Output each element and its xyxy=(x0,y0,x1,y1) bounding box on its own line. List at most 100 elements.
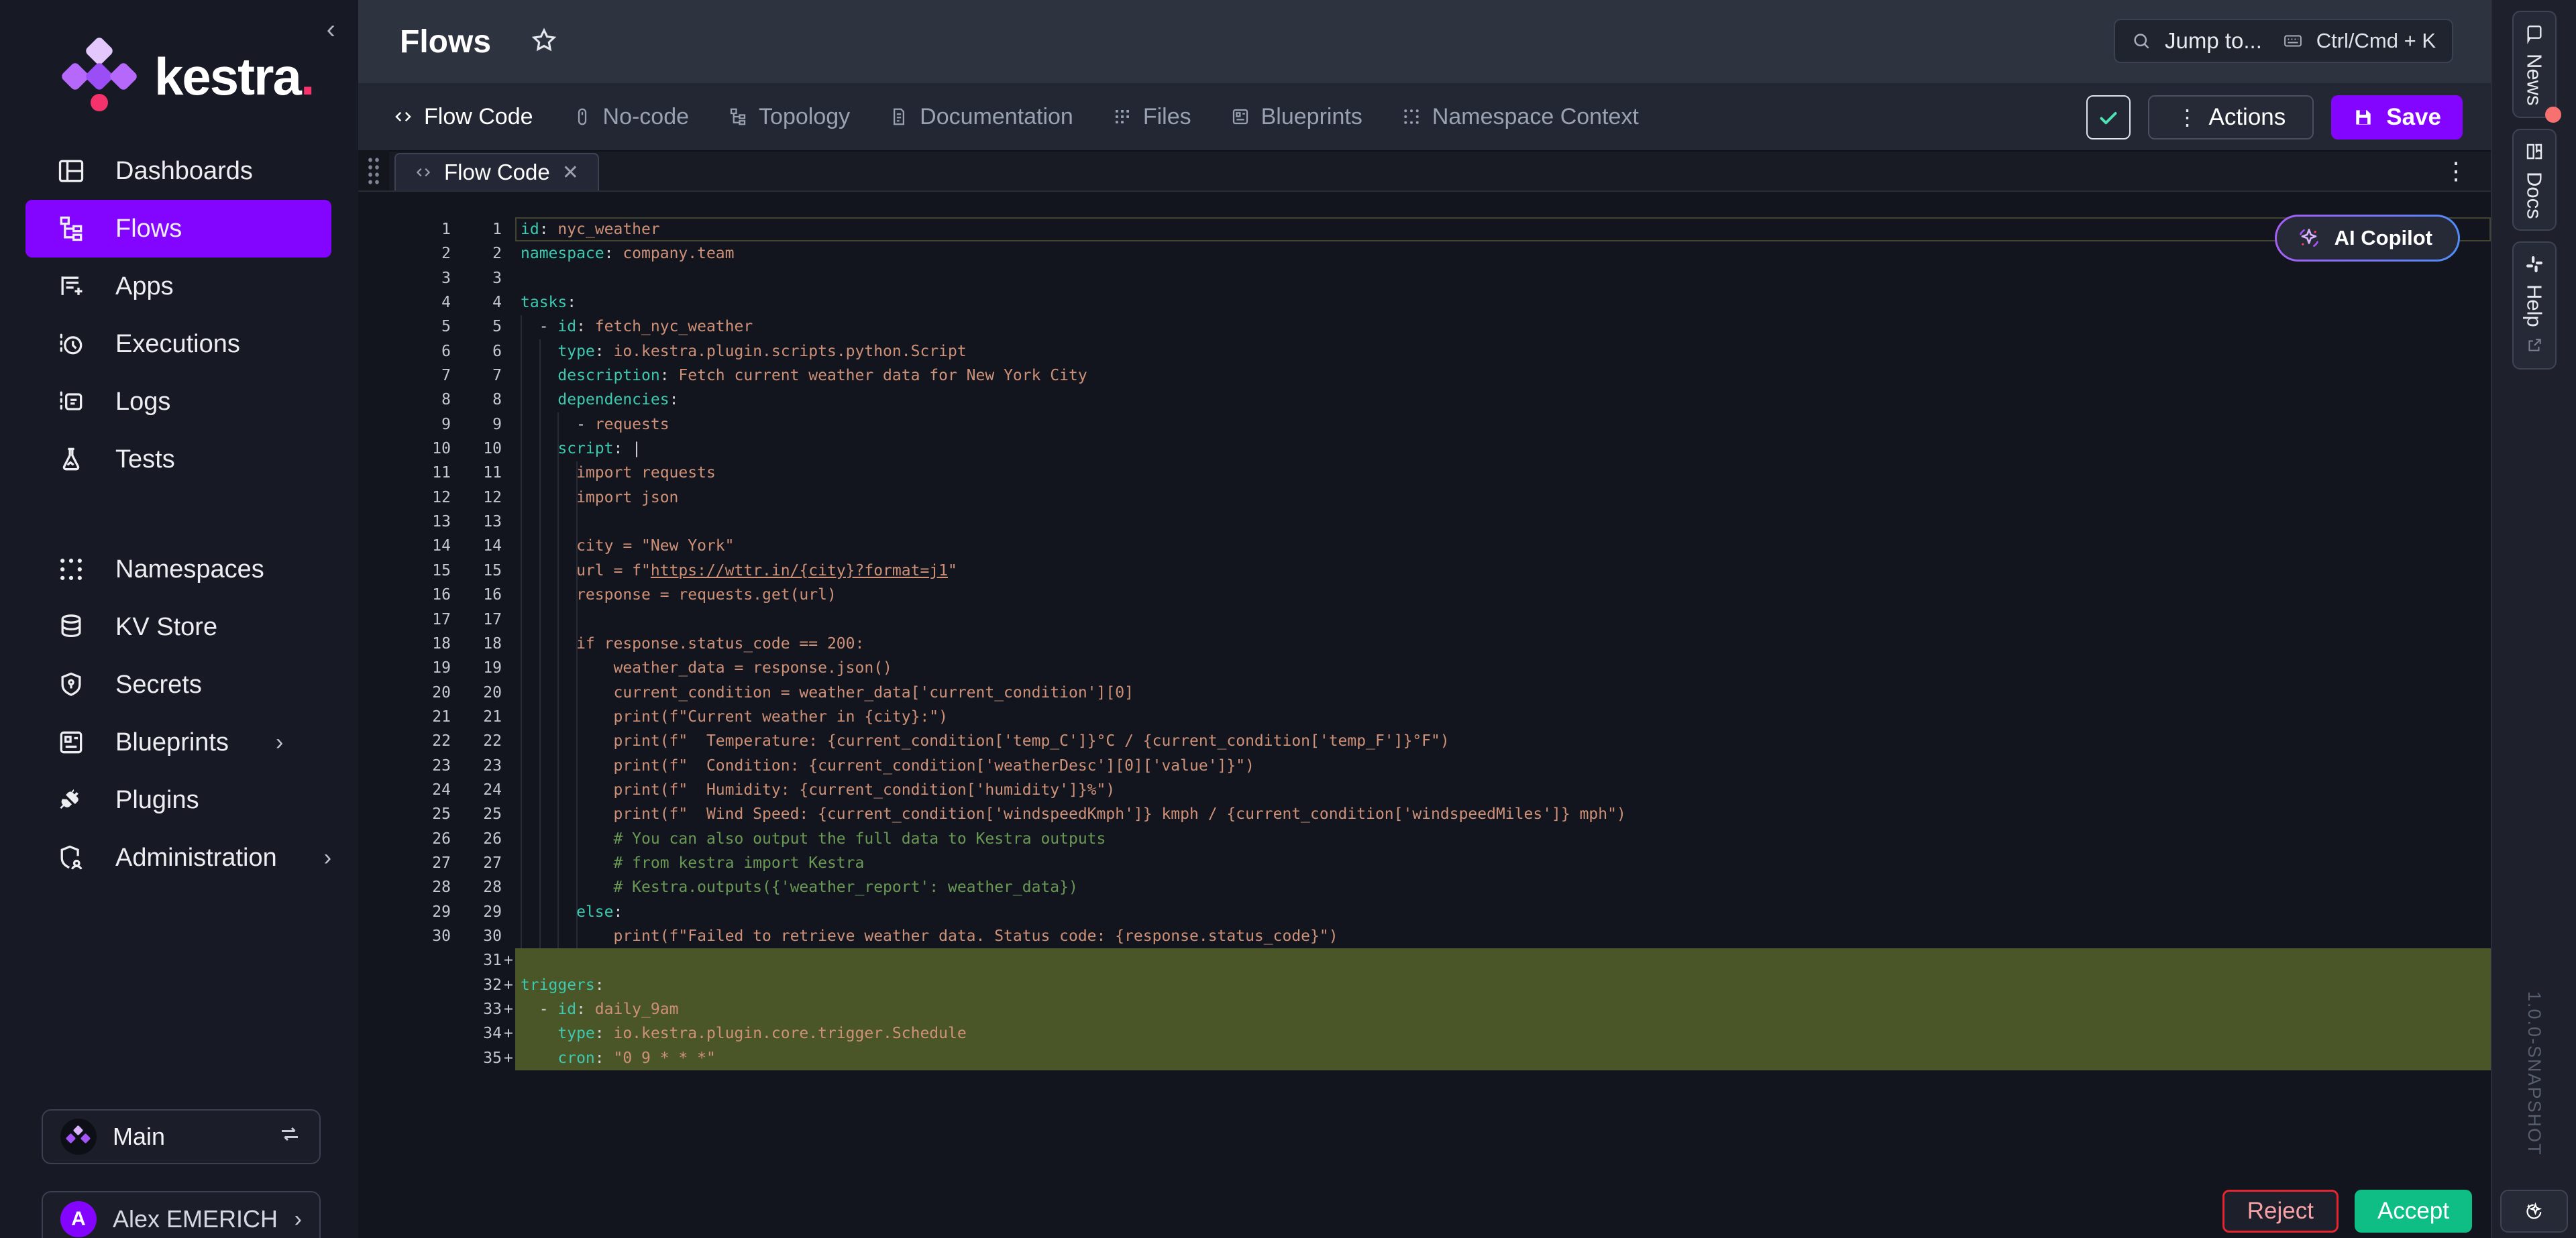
reject-button[interactable]: Reject xyxy=(2222,1190,2339,1233)
code-line[interactable]: 1212 import json xyxy=(358,486,2491,510)
sidebar-item-kv-store[interactable]: KV Store xyxy=(25,598,331,656)
code-line[interactable]: 1313 xyxy=(358,510,2491,534)
tab-flow-code[interactable]: Flow Code xyxy=(393,104,533,130)
blueprints-icon xyxy=(1230,107,1250,127)
executions-icon xyxy=(56,329,86,359)
rail-tab-docs[interactable]: Docs xyxy=(2512,129,2557,231)
code-line[interactable]: 2828 # Kestra.outputs({'weather_report':… xyxy=(358,875,2491,899)
sidebar-item-plugins[interactable]: Plugins xyxy=(25,771,331,829)
actions-button[interactable]: ⋮ Actions xyxy=(2148,95,2314,139)
code-line[interactable]: 2323 print(f" Condition: {current_condit… xyxy=(358,754,2491,778)
sidebar-item-logs[interactable]: Logs xyxy=(25,373,331,431)
sidebar-item-tests[interactable]: Tests xyxy=(25,431,331,488)
sidebar-item-blueprints[interactable]: Blueprints › xyxy=(25,714,331,771)
code-line[interactable]: 1919 weather_data = response.json() xyxy=(358,656,2491,680)
code-line[interactable]: 34+ type: io.kestra.plugin.core.trigger.… xyxy=(358,1021,2491,1046)
code-line[interactable]: 2626 # You can also output the full data… xyxy=(358,827,2491,851)
code-line[interactable]: 2222 print(f" Temperature: {current_cond… xyxy=(358,729,2491,753)
rail-tab-help[interactable]: Help xyxy=(2512,241,2557,370)
topology-icon xyxy=(728,107,748,127)
search-shortcut: Ctrl/Cmd + K xyxy=(2316,29,2436,53)
code-line[interactable]: 2929 else: xyxy=(358,900,2491,924)
code-line[interactable]: 2727 # from kestra import Kestra xyxy=(358,851,2491,875)
apps-icon xyxy=(56,272,86,301)
tab-documentation[interactable]: Documentation xyxy=(889,104,1073,130)
code-line[interactable]: 35+ cron: "0 9 * * *" xyxy=(358,1046,2491,1070)
rail-tab-news[interactable]: News xyxy=(2512,11,2557,118)
favorite-star-icon[interactable] xyxy=(530,26,558,58)
code-line[interactable]: 1616 response = requests.get(url) xyxy=(358,583,2491,607)
code-line[interactable]: 31+ xyxy=(358,948,2491,972)
tab-topology[interactable]: Topology xyxy=(728,104,850,130)
tab-namespace-context[interactable]: Namespace Context xyxy=(1401,104,1639,130)
close-tab-icon[interactable]: ✕ xyxy=(562,161,579,184)
document-icon xyxy=(889,107,909,127)
code-line[interactable]: 1515 url = f"https://wttr.in/{city}?form… xyxy=(358,559,2491,583)
code-lines: 11id: nyc_weather22namespace: company.te… xyxy=(358,217,2491,1070)
code-line[interactable]: 22namespace: company.team xyxy=(358,241,2491,266)
tab-strip-more-icon[interactable]: ⋮ xyxy=(2444,157,2468,185)
chevron-right-icon: › xyxy=(294,1206,302,1233)
tab-blueprints[interactable]: Blueprints xyxy=(1230,104,1362,130)
sidebar-item-label: Executions xyxy=(115,330,240,359)
tab-no-code[interactable]: No-code xyxy=(572,104,690,130)
sidebar-item-administration[interactable]: Administration › xyxy=(25,829,331,887)
code-line[interactable]: 66 type: io.kestra.plugin.scripts.python… xyxy=(358,339,2491,363)
code-icon xyxy=(393,107,413,127)
logs-icon xyxy=(56,387,86,416)
user-menu[interactable]: A Alex EMERICH › xyxy=(42,1191,321,1238)
sidebar-item-executions[interactable]: Executions xyxy=(25,315,331,373)
code-line[interactable]: 44tasks: xyxy=(358,290,2491,315)
drag-handle[interactable] xyxy=(358,150,389,190)
code-editor[interactable]: 11id: nyc_weather22namespace: company.te… xyxy=(358,193,2491,1238)
sidebar-item-apps[interactable]: Apps xyxy=(25,258,331,315)
sidebar-collapse-icon[interactable]: ‹ xyxy=(327,15,335,45)
code-line[interactable]: 88 dependencies: xyxy=(358,388,2491,412)
code-line[interactable]: 1414 city = "New York" xyxy=(358,534,2491,558)
code-line[interactable]: 55 - id: fetch_nyc_weather xyxy=(358,315,2491,339)
code-line[interactable]: 33 xyxy=(358,266,2491,290)
administration-icon xyxy=(56,843,86,873)
code-line[interactable]: 99 - requests xyxy=(358,412,2491,437)
whats-new-button[interactable] xyxy=(2500,1190,2568,1233)
tenant-selector[interactable]: Main xyxy=(42,1109,321,1164)
code-line[interactable]: 2020 current_condition = weather_data['c… xyxy=(358,681,2491,705)
editor-tab-flow-code[interactable]: Flow Code ✕ xyxy=(394,153,599,190)
ai-copilot-button[interactable]: AI Copilot xyxy=(2275,215,2460,262)
code-line[interactable]: 2525 print(f" Wind Speed: {current_condi… xyxy=(358,802,2491,826)
code-line[interactable]: 1717 xyxy=(358,608,2491,632)
code-line[interactable]: 3030 print(f"Failed to retrieve weather … xyxy=(358,924,2491,948)
sidebar-item-dashboards[interactable]: Dashboards xyxy=(25,142,331,200)
check-icon xyxy=(2096,105,2121,129)
kestra-logo-mark-icon xyxy=(62,39,137,114)
search-icon xyxy=(2131,31,2151,51)
code-line[interactable]: 1818 if response.status_code == 200: xyxy=(358,632,2491,656)
kestra-logo[interactable]: kestra. xyxy=(62,39,314,114)
sidebar-item-label: Secrets xyxy=(115,671,202,699)
code-line[interactable]: 11id: nyc_weather xyxy=(358,217,2491,241)
code-line[interactable]: 32+triggers: xyxy=(358,973,2491,997)
code-line[interactable]: 1010 script: | xyxy=(358,437,2491,461)
validation-status-button[interactable] xyxy=(2086,95,2131,139)
code-line[interactable]: 33+ - id: daily_9am xyxy=(358,997,2491,1021)
flows-icon xyxy=(56,214,86,243)
version-label: 1.0.0-SNAPSHOT xyxy=(2524,991,2544,1156)
sidebar-item-flows[interactable]: Flows xyxy=(25,200,331,258)
save-button[interactable]: Save xyxy=(2331,95,2463,139)
search-input[interactable]: Jump to... Ctrl/Cmd + K xyxy=(2114,19,2453,63)
code-line[interactable]: 77 description: Fetch current weather da… xyxy=(358,363,2491,388)
code-line[interactable]: 1111 import requests xyxy=(358,461,2491,485)
chevron-right-icon: › xyxy=(324,845,331,871)
switch-tenant-icon[interactable] xyxy=(278,1122,302,1152)
sidebar-item-namespaces[interactable]: Namespaces xyxy=(25,541,331,598)
code-line[interactable]: 2121 print(f"Current weather in {city}:"… xyxy=(358,705,2491,729)
tab-files[interactable]: Files xyxy=(1112,104,1191,130)
accept-button[interactable]: Accept xyxy=(2355,1190,2472,1233)
sparkle-icon xyxy=(2296,225,2322,251)
notification-badge xyxy=(2545,107,2561,123)
sidebar-item-label: Plugins xyxy=(115,786,199,815)
code-line[interactable]: 2424 print(f" Humidity: {current_conditi… xyxy=(358,778,2491,802)
sidebar-item-secrets[interactable]: Secrets xyxy=(25,656,331,714)
view-toolbar: Flow Code No-code Topology Documentation… xyxy=(358,83,2491,152)
tenant-avatar xyxy=(60,1119,97,1155)
